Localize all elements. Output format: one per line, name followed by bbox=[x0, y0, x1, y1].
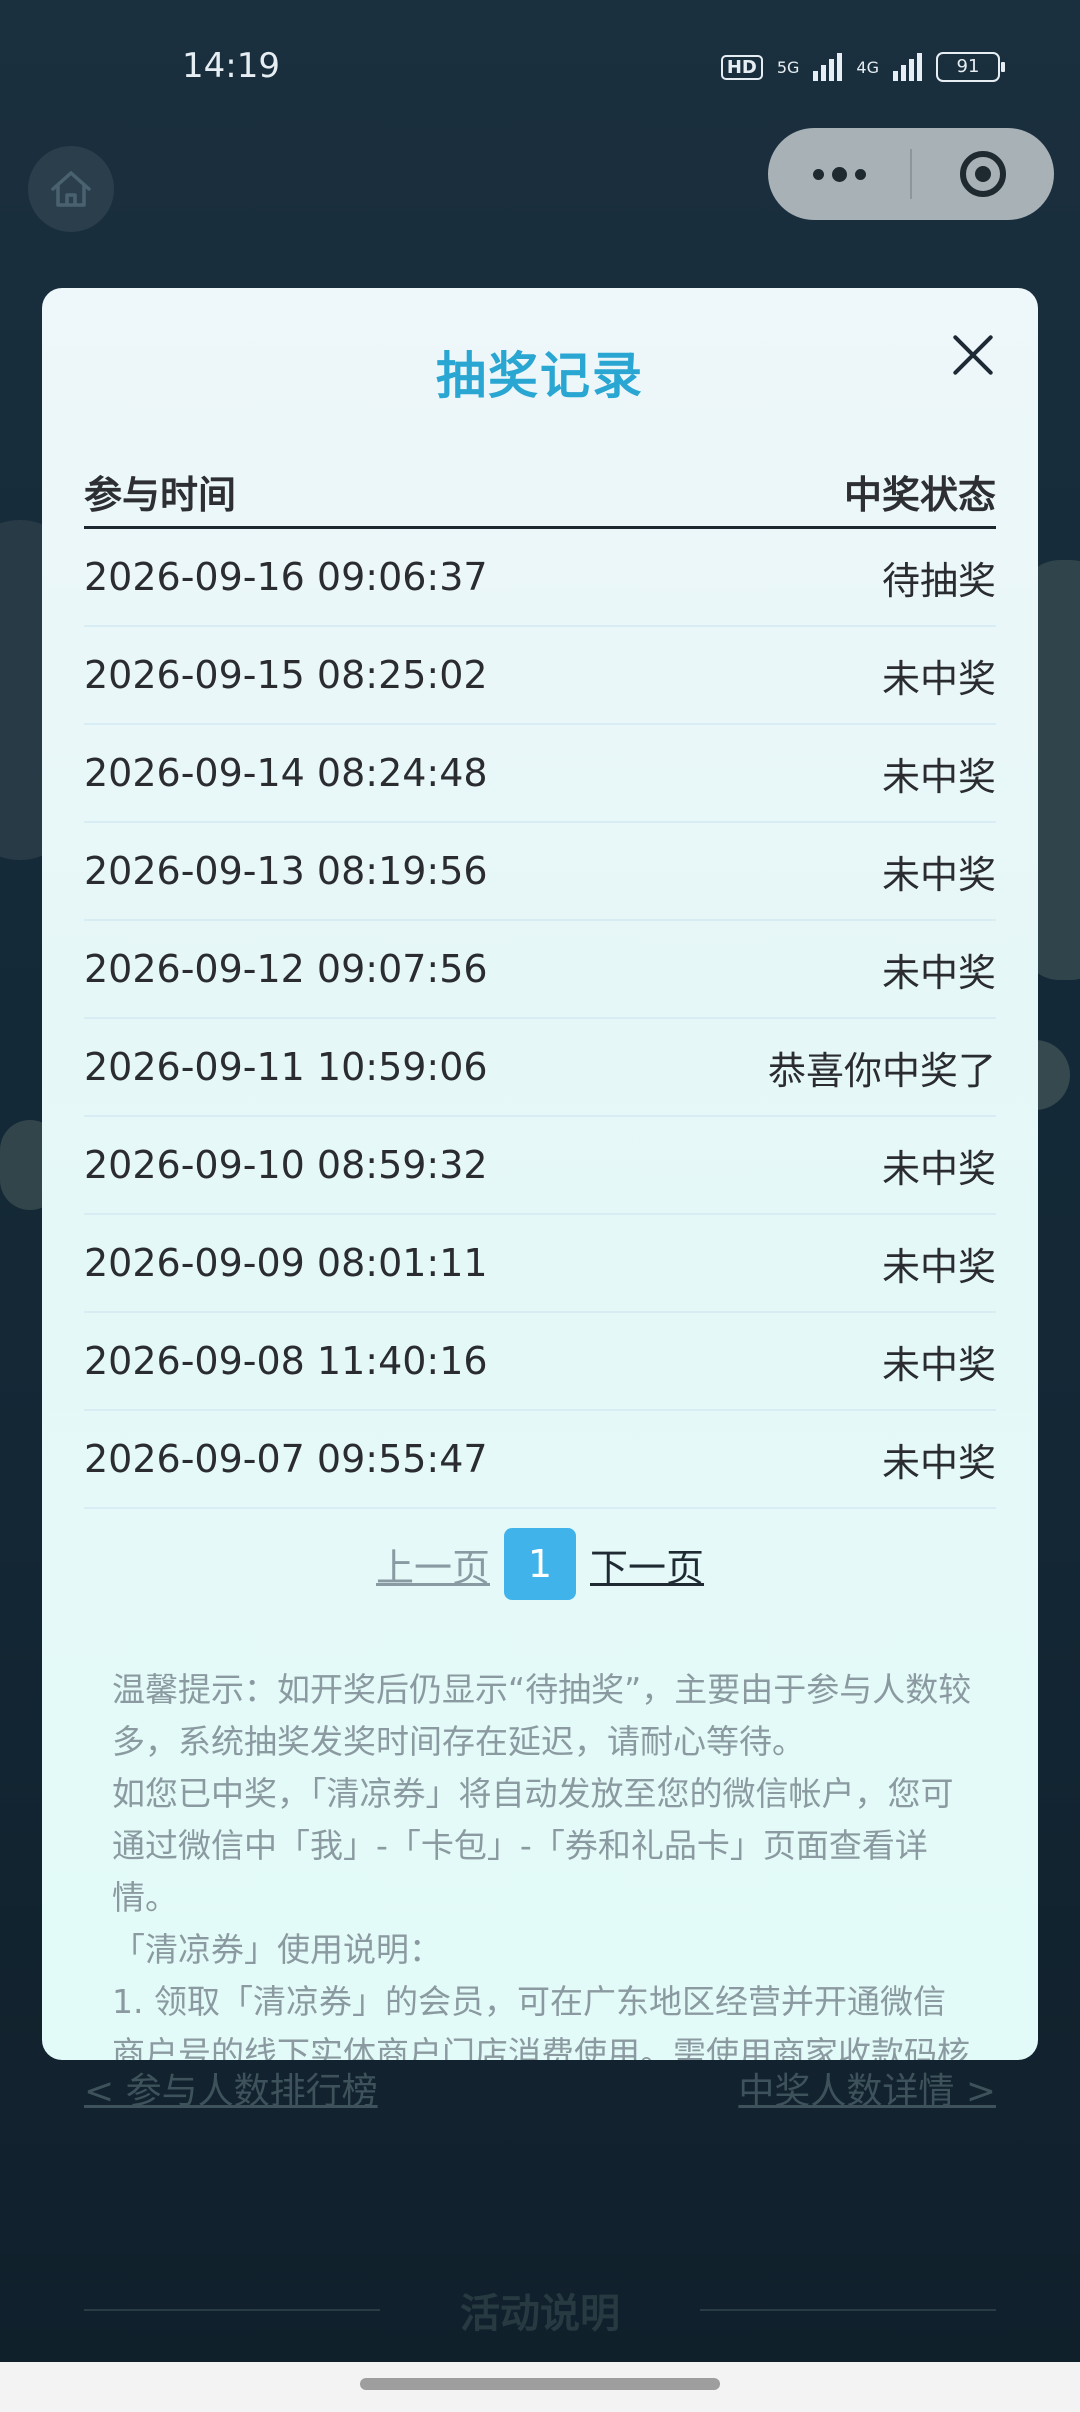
network-4g-label: 4G bbox=[856, 57, 879, 77]
modal-title: 抽奖记录 bbox=[436, 347, 644, 405]
row-status: 未中奖 bbox=[881, 656, 996, 701]
header-time: 参与时间 bbox=[84, 473, 237, 517]
signal-icon bbox=[893, 53, 922, 81]
row-status: 未中奖 bbox=[881, 1342, 996, 1387]
table-row: 2026-09-15 08:25:02 未中奖 bbox=[84, 627, 996, 725]
row-status: 未中奖 bbox=[881, 754, 996, 799]
status-time: 14:19 bbox=[182, 46, 280, 86]
battery-icon: 91 bbox=[936, 52, 1005, 82]
table-row: 2026-09-08 11:40:16 未中奖 bbox=[84, 1313, 996, 1411]
row-time: 2026-09-09 08:01:11 bbox=[84, 1241, 488, 1285]
row-time: 2026-09-11 10:59:06 bbox=[84, 1045, 488, 1089]
status-bar: 14:19 HD 5G 4G 91 bbox=[0, 0, 1080, 140]
record-table: 2026-09-16 09:06:37 待抽奖 2026-09-15 08:25:… bbox=[84, 529, 996, 1509]
table-header: 参与时间 中奖状态 bbox=[84, 464, 996, 529]
table-row: 2026-09-07 09:55:47 未中奖 bbox=[84, 1411, 996, 1509]
row-time: 2026-09-07 09:55:47 bbox=[84, 1437, 488, 1481]
row-status: 待抽奖 bbox=[881, 558, 996, 603]
row-status: 未中奖 bbox=[881, 852, 996, 897]
table-row: 2026-09-10 08:59:32 未中奖 bbox=[84, 1117, 996, 1215]
prev-page-link[interactable]: 上一页 bbox=[376, 1537, 490, 1592]
row-time: 2026-09-12 09:07:56 bbox=[84, 947, 488, 991]
row-time: 2026-09-08 11:40:16 bbox=[84, 1339, 488, 1383]
tips-text: 温馨提示：如开奖后仍显示“待抽奖”，主要由于参与人数较多，系统抽奖发奖时间存在延… bbox=[112, 1664, 972, 2060]
target-icon bbox=[960, 151, 1006, 197]
table-row: 2026-09-09 08:01:11 未中奖 bbox=[84, 1215, 996, 1313]
tip-paragraph: 温馨提示：如开奖后仍显示“待抽奖”，主要由于参与人数较多，系统抽奖发奖时间存在延… bbox=[112, 1670, 972, 1761]
table-row: 2026-09-14 08:24:48 未中奖 bbox=[84, 725, 996, 823]
home-icon bbox=[51, 171, 91, 207]
tip-paragraph: 「清凉券」使用说明： bbox=[112, 1930, 442, 1969]
signal-icon bbox=[813, 53, 843, 81]
lottery-record-modal: 抽奖记录 参与时间 中奖状态 2026-09-16 09:06:37 待抽奖 20… bbox=[42, 288, 1038, 2060]
tip-paragraph: 1. 领取「清凉券」的会员，可在广东地区经营并开通微信商户号的线下实体商户门店消… bbox=[112, 1982, 970, 2060]
table-row: 2026-09-13 08:19:56 未中奖 bbox=[84, 823, 996, 921]
close-icon[interactable] bbox=[950, 332, 996, 378]
row-status: 未中奖 bbox=[881, 1440, 996, 1485]
next-page-link[interactable]: 下一页 bbox=[590, 1537, 704, 1592]
row-time: 2026-09-10 08:59:32 bbox=[84, 1143, 488, 1187]
table-row: 2026-09-11 10:59:06 恭喜你中奖了 bbox=[84, 1019, 996, 1117]
home-button[interactable] bbox=[28, 146, 114, 232]
more-icon[interactable] bbox=[768, 128, 910, 220]
close-mini-program-button[interactable] bbox=[912, 151, 1054, 197]
row-status: 未中奖 bbox=[881, 1244, 996, 1289]
row-status: 恭喜你中奖了 bbox=[767, 1048, 996, 1093]
header-status: 中奖状态 bbox=[843, 473, 996, 517]
current-page-button[interactable]: 1 bbox=[504, 1528, 576, 1600]
row-time: 2026-09-15 08:25:02 bbox=[84, 653, 488, 697]
mini-program-capsule bbox=[768, 128, 1054, 220]
hd-icon: HD bbox=[720, 54, 763, 80]
pagination: 上一页 1 下一页 bbox=[42, 1528, 1038, 1600]
row-status: 未中奖 bbox=[881, 950, 996, 995]
tip-paragraph: 如您已中奖，「清凉券」将自动发放至您的微信帐户，您可通过微信中「我」-「卡包」-… bbox=[112, 1774, 954, 1917]
row-time: 2026-09-14 08:24:48 bbox=[84, 751, 488, 795]
status-icons: HD 5G 4G 91 bbox=[720, 52, 1005, 82]
table-row: 2026-09-16 09:06:37 待抽奖 bbox=[84, 529, 996, 627]
row-time: 2026-09-13 08:19:56 bbox=[84, 849, 488, 893]
row-time: 2026-09-16 09:06:37 bbox=[84, 555, 488, 599]
home-indicator[interactable] bbox=[360, 2378, 720, 2390]
table-row: 2026-09-12 09:07:56 未中奖 bbox=[84, 921, 996, 1019]
row-status: 未中奖 bbox=[881, 1146, 996, 1191]
network-5g-label: 5G bbox=[776, 57, 800, 77]
